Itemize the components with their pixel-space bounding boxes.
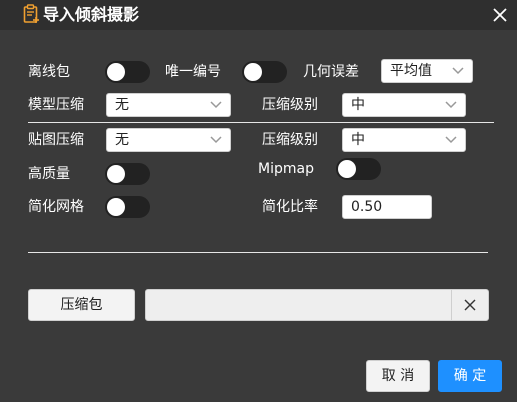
model-level-select[interactable]: 中 [342,93,466,117]
clear-path-button[interactable] [451,290,488,320]
chevron-down-icon [445,136,457,144]
texture-level-label: 压缩级别 [262,132,318,148]
chevron-down-icon [210,136,222,144]
mipmap-label: Mipmap [258,161,314,177]
ok-button[interactable]: 确 定 [438,360,502,392]
toggle-knob [107,165,125,183]
model-compression-value: 无 [115,97,129,113]
chevron-down-icon [452,67,464,75]
chevron-down-icon [445,101,457,109]
model-compression-select[interactable]: 无 [106,93,231,117]
unique-id-label: 唯一编号 [165,64,221,80]
section-divider [28,252,488,253]
toggle-knob [107,198,125,216]
simplify-ratio-input[interactable]: 0.50 [342,195,432,219]
model-compression-label: 模型压缩 [28,97,84,113]
texture-compression-select[interactable]: 无 [106,128,231,152]
package-button[interactable]: 压缩包 [28,289,135,321]
geometric-error-label: 几何误差 [303,64,359,80]
simplify-ratio-label: 简化比率 [262,199,318,215]
offline-package-toggle[interactable] [105,61,150,83]
high-quality-label: 高质量 [28,166,70,182]
clear-icon [464,299,476,311]
high-quality-toggle[interactable] [105,163,150,185]
toggle-knob [107,63,125,81]
cancel-button[interactable]: 取 消 [366,360,430,392]
mipmap-toggle[interactable] [336,158,381,180]
texture-level-value: 中 [351,132,365,148]
model-level-value: 中 [351,97,365,113]
texture-compression-label: 贴图压缩 [28,132,84,148]
texture-level-select[interactable]: 中 [342,128,466,152]
title-bar: 导入倾斜摄影 [0,0,517,30]
simplify-mesh-label: 简化网格 [28,199,84,215]
unique-id-toggle[interactable] [242,61,287,83]
toggle-knob [244,63,262,81]
dialog-title: 导入倾斜摄影 [43,5,140,24]
document-edit-icon [23,4,39,23]
package-path-field[interactable] [145,289,489,321]
model-level-label: 压缩级别 [262,97,318,113]
texture-compression-value: 无 [115,132,129,148]
toggle-knob [338,160,356,178]
simplify-mesh-toggle[interactable] [105,196,150,218]
section-divider [28,122,494,123]
offline-package-label: 离线包 [28,64,70,80]
geometric-error-select[interactable]: 平均值 [381,59,473,83]
chevron-down-icon [210,101,222,109]
geometric-error-value: 平均值 [390,63,432,79]
close-icon[interactable] [491,6,509,24]
